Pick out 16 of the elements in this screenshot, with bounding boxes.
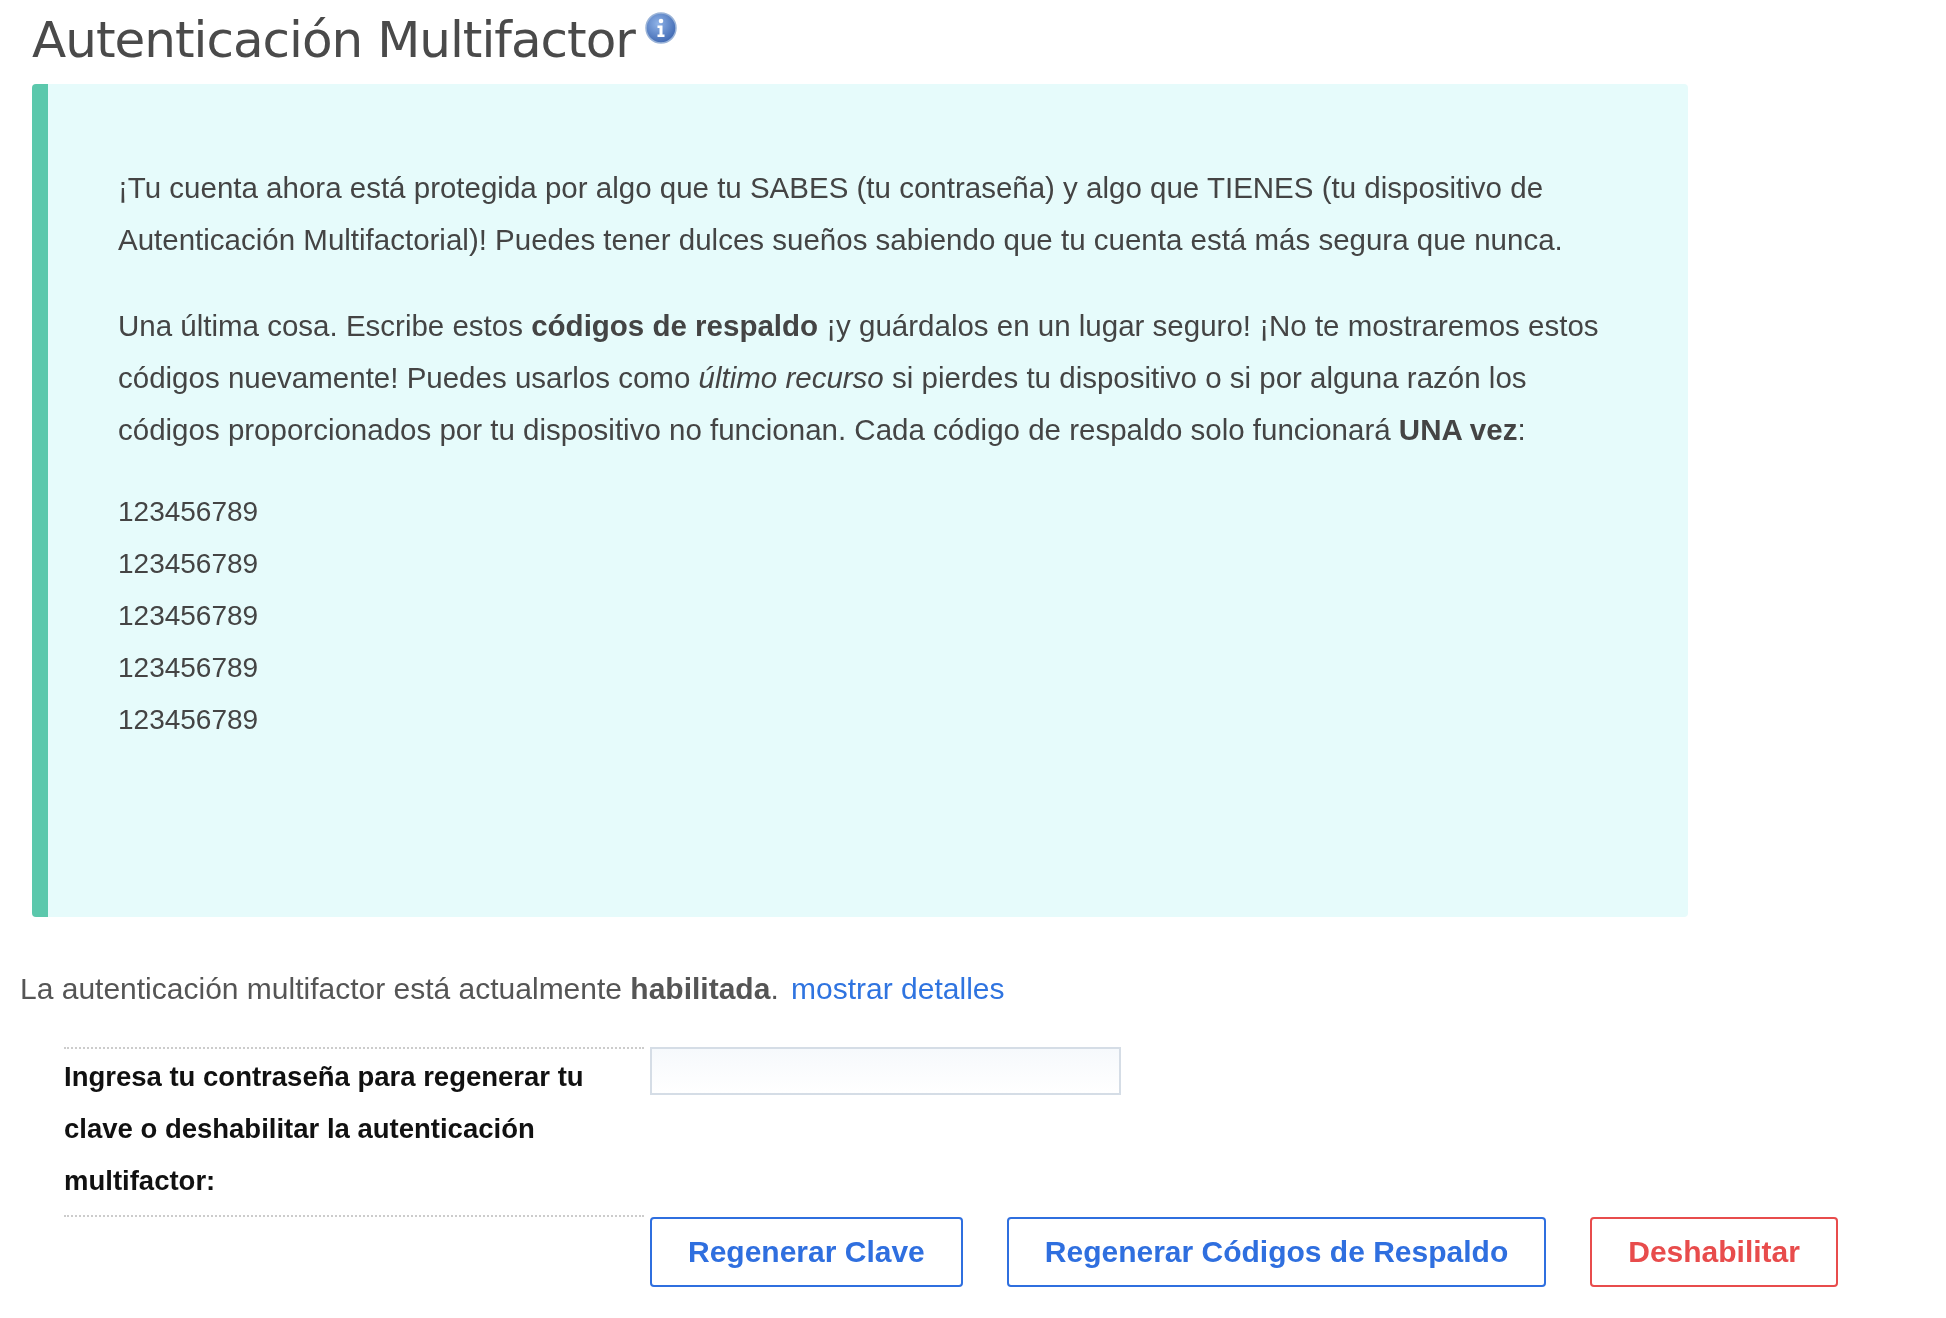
status-text: La autenticación multifactor está actualmente habilitada.: [20, 972, 779, 1005]
action-button[interactable]: Deshabilitar: [1590, 1217, 1838, 1287]
password-field[interactable]: [650, 1047, 1121, 1095]
backup-code: 123456789: [118, 703, 260, 737]
backup-code: 123456789: [118, 599, 260, 633]
backup-code: 123456789: [118, 547, 260, 581]
panel-paragraph: Una última cosa. Escribe estos códigos de respaldo ¡y guárdalos en un lugar seguro! ¡No te mostraremos estos códigos nuevamente! Puedes usarlos como último recurso si pierdes tu dispositivo o si por alguna razón los códigos proporcionados por tu dispositivo no funcionan. Cada código de respaldo solo funcionará UNA vez:: [118, 308, 1600, 448]
backup-code: 123456789: [118, 495, 260, 529]
action-button[interactable]: Regenerar Clave: [650, 1217, 963, 1287]
info-icon[interactable]: [644, 12, 677, 44]
password-label: Ingresa tu contraseña para regenerar tu clave o deshabilitar la autenticación multifactor:: [64, 1047, 644, 1217]
action-button[interactable]: Regenerar Códigos de Respaldo: [1006, 1217, 1547, 1287]
show-details-link[interactable]: mostrar detalles: [791, 972, 1005, 1005]
panel-paragraph: ¡Tu cuenta ahora está protegida por algo que tu SABES (tu contraseña) y algo que TIENES (tu dispositivo de Autenticación Multifactorial)! Puedes tener dulces sueños sabiendo que tu cuenta está más segura que nunca.: [118, 170, 1564, 258]
page-title: Autenticación Multifactor: [32, 10, 635, 71]
backup-code: 123456789: [118, 651, 260, 685]
